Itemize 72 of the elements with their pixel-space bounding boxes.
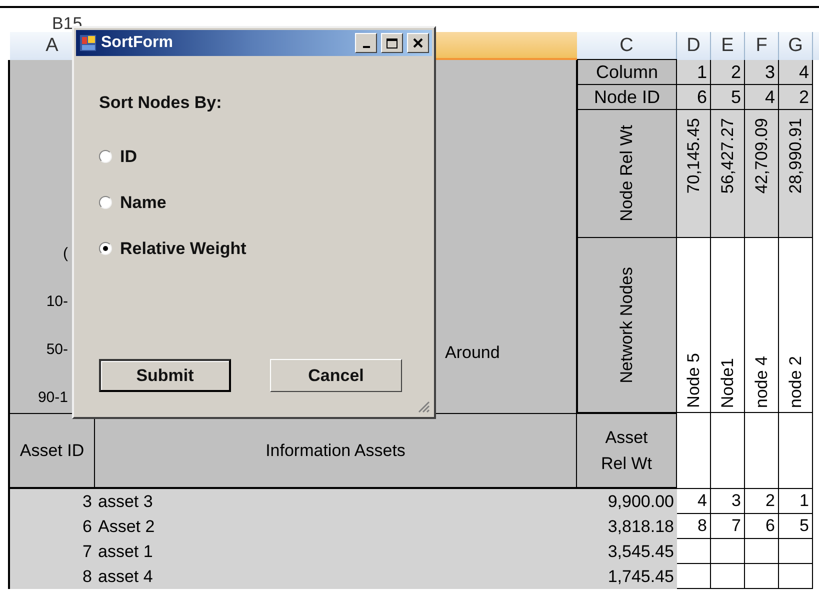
table-cell xyxy=(677,564,711,589)
cell-value: 3 xyxy=(764,63,775,81)
maximize-icon xyxy=(386,38,398,48)
prompt-label: Sort Nodes By: xyxy=(99,92,223,114)
close-icon xyxy=(413,38,423,48)
resize-grip-icon[interactable] xyxy=(416,399,430,413)
row-label: 10- xyxy=(46,293,68,311)
minimize-icon xyxy=(362,46,370,48)
cell-value: 1,745.45 xyxy=(608,566,674,588)
row-header-text: Column xyxy=(596,63,658,81)
cell-value: 70,145.45 xyxy=(682,118,704,194)
cell-value: asset 3 xyxy=(98,490,153,513)
cell-value: 2 xyxy=(730,63,741,81)
cell-value: 6 xyxy=(82,516,92,538)
column-heading: Information Assets xyxy=(266,440,406,462)
cell-value: node 2 xyxy=(784,356,806,408)
column-header[interactable]: D xyxy=(677,32,711,60)
cell-value: node 4 xyxy=(750,356,772,408)
row-header-text: Network Nodes xyxy=(616,266,638,384)
cell-value: 6 xyxy=(766,515,775,538)
dialog-button[interactable]: Submit xyxy=(99,359,231,392)
cell-value: 4 xyxy=(798,63,809,81)
cell-value: 7 xyxy=(82,540,92,563)
cell-text: Around xyxy=(445,343,500,362)
column-heading: Asset Rel Wt xyxy=(600,426,653,474)
minimize-button[interactable] xyxy=(355,33,377,53)
row-label: ( xyxy=(63,245,68,263)
cell-value: asset 4 xyxy=(98,566,153,588)
cell-value: 5 xyxy=(730,88,741,106)
column-header[interactable]: G xyxy=(779,32,813,60)
cell-value: asset 1 xyxy=(98,540,153,563)
cell-value: 3 xyxy=(732,490,741,512)
cell-value: 9,900.00 xyxy=(608,490,674,513)
table-cell xyxy=(779,564,813,589)
column-heading: Asset ID xyxy=(20,440,84,462)
cell-value: Node1 xyxy=(716,358,738,408)
cell-value: 5 xyxy=(800,515,809,538)
cell-value: 8 xyxy=(698,515,707,538)
window-title: SortForm xyxy=(101,33,174,53)
cell-value: 3 xyxy=(82,490,92,513)
cell-value: Node 5 xyxy=(682,353,704,408)
column-header[interactable]: E xyxy=(711,32,745,60)
radio-option[interactable]: ID xyxy=(99,146,137,168)
column-header[interactable]: F xyxy=(745,32,779,60)
cell-value: 4 xyxy=(698,490,707,512)
cell-value: 28,990.91 xyxy=(784,118,806,194)
cell-value: 4 xyxy=(764,88,775,106)
cell-value: 56,427.27 xyxy=(716,118,738,194)
close-button[interactable] xyxy=(407,33,429,53)
dialog-button[interactable]: Cancel xyxy=(270,359,402,392)
radio-option[interactable]: Relative Weight xyxy=(99,238,246,260)
row-label: 90-1 xyxy=(38,389,68,407)
radio-option[interactable]: Name xyxy=(99,192,166,214)
column-header[interactable]: C xyxy=(577,32,677,60)
cell-value: 8 xyxy=(82,566,92,588)
table-cell xyxy=(745,564,779,589)
cell-value: 2 xyxy=(766,490,775,512)
cell-value: 7 xyxy=(732,515,741,538)
cell-value: 2 xyxy=(798,88,809,106)
table-cell xyxy=(711,564,745,589)
cell-value: Asset 2 xyxy=(98,516,155,538)
cell-value: 1 xyxy=(800,490,809,512)
row-label: 50- xyxy=(46,341,68,359)
cell-value: 6 xyxy=(696,88,707,106)
cell-value: 3,818.18 xyxy=(608,516,674,538)
cell-value: 1 xyxy=(696,63,707,81)
maximize-button[interactable] xyxy=(381,33,403,53)
cell-value: 42,709.09 xyxy=(750,118,772,194)
cell-value: 3,545.45 xyxy=(608,540,674,563)
app-icon xyxy=(79,34,97,52)
row-header-text: Node Rel Wt xyxy=(616,125,638,222)
row-header-text: Node ID xyxy=(594,88,660,106)
